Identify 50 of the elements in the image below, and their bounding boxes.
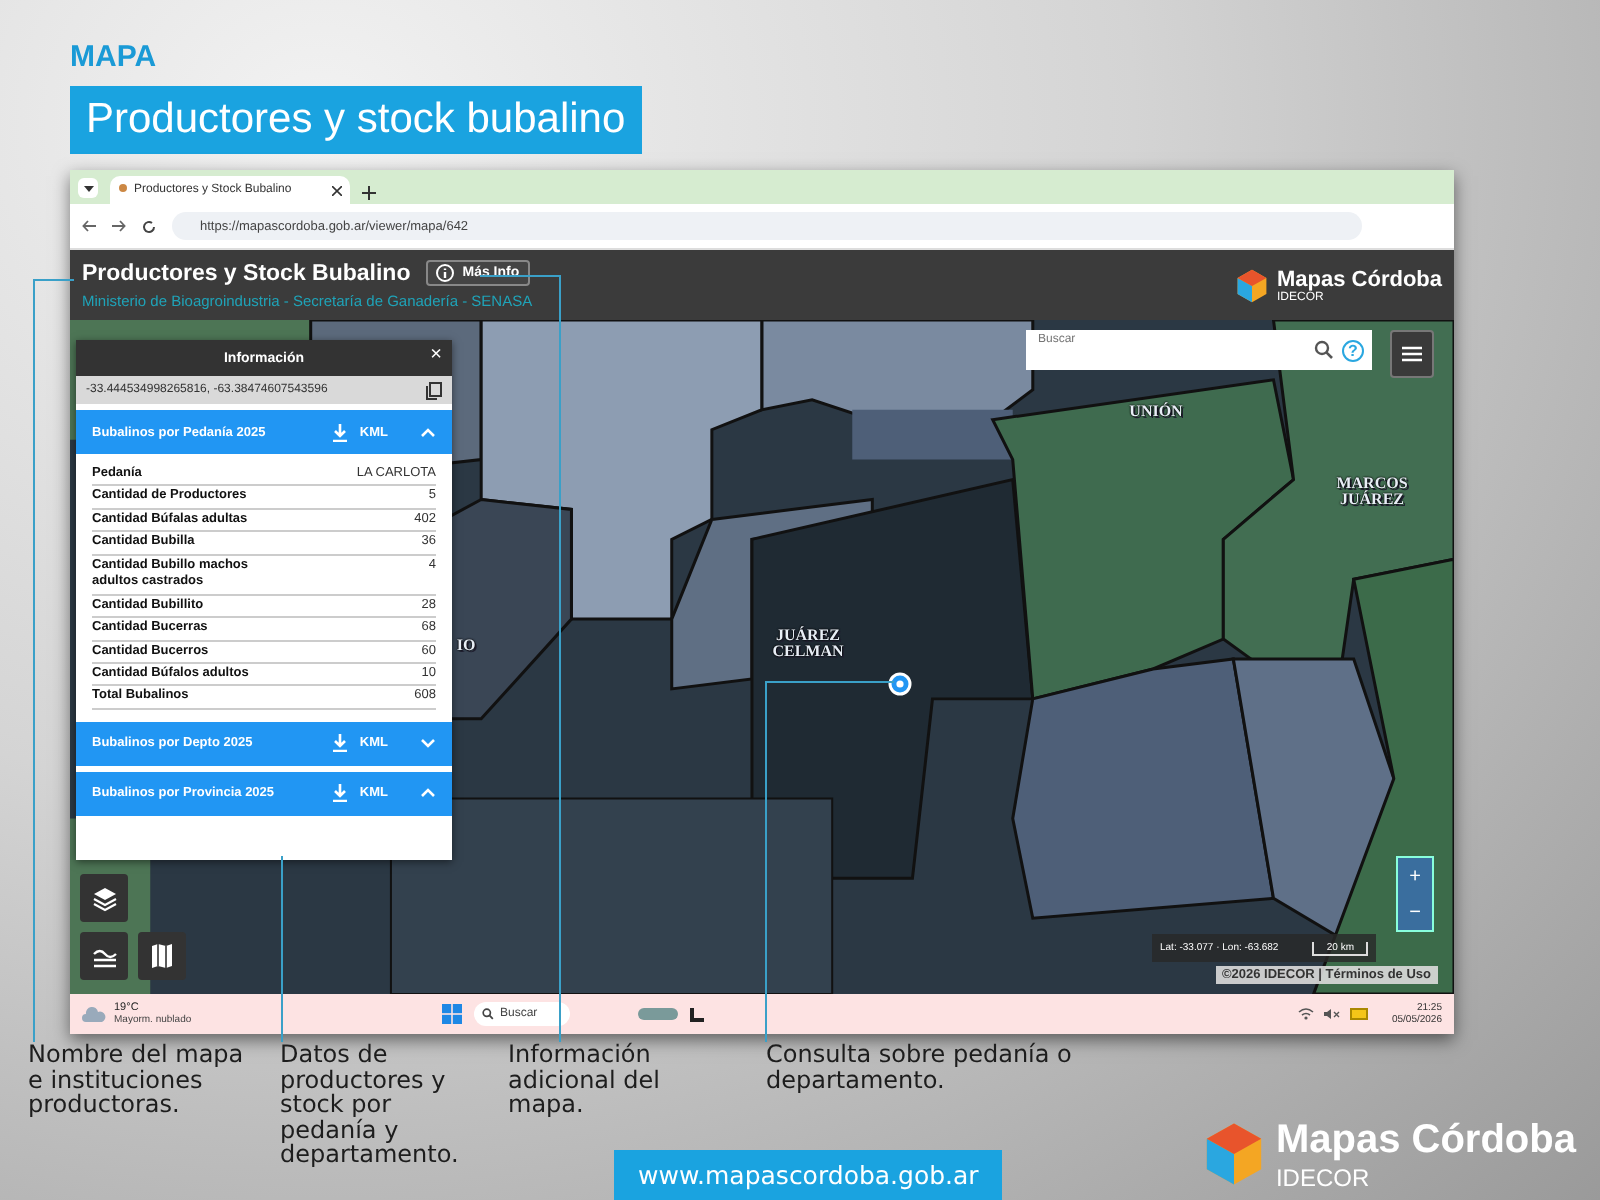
menu-button[interactable] <box>1390 330 1434 378</box>
logo-subtitle: IDECOR <box>1275 1163 1372 1192</box>
search-icon <box>482 1008 494 1020</box>
cube-logo-icon <box>1234 267 1271 303</box>
chevron-up-icon[interactable] <box>420 427 436 437</box>
map-region-label: MARCOS JUÁREZ <box>1334 476 1410 508</box>
basemap-button[interactable] <box>138 932 186 980</box>
taskbar-app-icon[interactable] <box>690 1007 704 1021</box>
chevron-down-icon <box>83 185 93 191</box>
layers-button[interactable] <box>80 874 128 922</box>
callout-caption: Datos de productores y stock por pedanía y departamento. <box>280 1042 461 1173</box>
logo-name: Mapas Córdoba <box>1275 1117 1576 1164</box>
cloud-icon <box>82 1006 106 1022</box>
battery-icon[interactable] <box>1349 1008 1370 1020</box>
waves-icon <box>91 945 117 967</box>
chevron-down-icon[interactable] <box>420 738 436 749</box>
map-region-label: JUÁREZ CELMAN <box>770 628 846 660</box>
download-icon[interactable] <box>331 423 348 441</box>
map-region-label: UNIÓN <box>1129 404 1183 420</box>
forward-arrow-icon[interactable] <box>112 220 126 232</box>
search-icon[interactable] <box>1314 340 1334 360</box>
menu-icon <box>1402 346 1422 362</box>
page-title: Productores y stock bubalino <box>70 86 642 154</box>
back-arrow-icon[interactable] <box>82 220 96 232</box>
terrain-button[interactable] <box>80 932 128 980</box>
callout-caption: Consulta sobre pedanía o departamento. <box>766 1042 1074 1098</box>
tab-list-button[interactable] <box>78 178 98 198</box>
speaker-muted-icon[interactable] <box>1323 1008 1340 1020</box>
copy-icon[interactable] <box>426 381 442 399</box>
windows-start-icon[interactable] <box>442 1004 462 1024</box>
location-marker-icon <box>888 672 912 696</box>
wifi-icon[interactable] <box>1297 1008 1314 1020</box>
map-title: Productores y Stock Bubalino <box>82 261 411 285</box>
info-icon <box>436 264 455 282</box>
close-button[interactable]: × <box>430 346 442 366</box>
download-icon[interactable] <box>331 784 348 803</box>
logo-name: Mapas Córdoba <box>1276 267 1442 291</box>
close-icon[interactable] <box>332 185 342 195</box>
layers-icon <box>91 885 117 911</box>
new-tab-icon[interactable] <box>362 186 376 200</box>
website-link-button[interactable]: www.mapascordoba.gob.ar <box>614 1149 1003 1200</box>
map-icon <box>152 944 172 968</box>
callout-caption: Información adicional del mapa. <box>508 1042 663 1118</box>
download-icon[interactable] <box>331 734 348 753</box>
help-button[interactable]: ? <box>1342 339 1364 361</box>
callout-caption: Nombre del mapa e instituciones productoras. <box>28 1042 246 1118</box>
section-kicker: MAPA <box>70 40 157 74</box>
reload-icon[interactable] <box>142 219 156 233</box>
chevron-up-icon[interactable] <box>420 788 436 799</box>
map-region-label: IO <box>456 638 476 654</box>
